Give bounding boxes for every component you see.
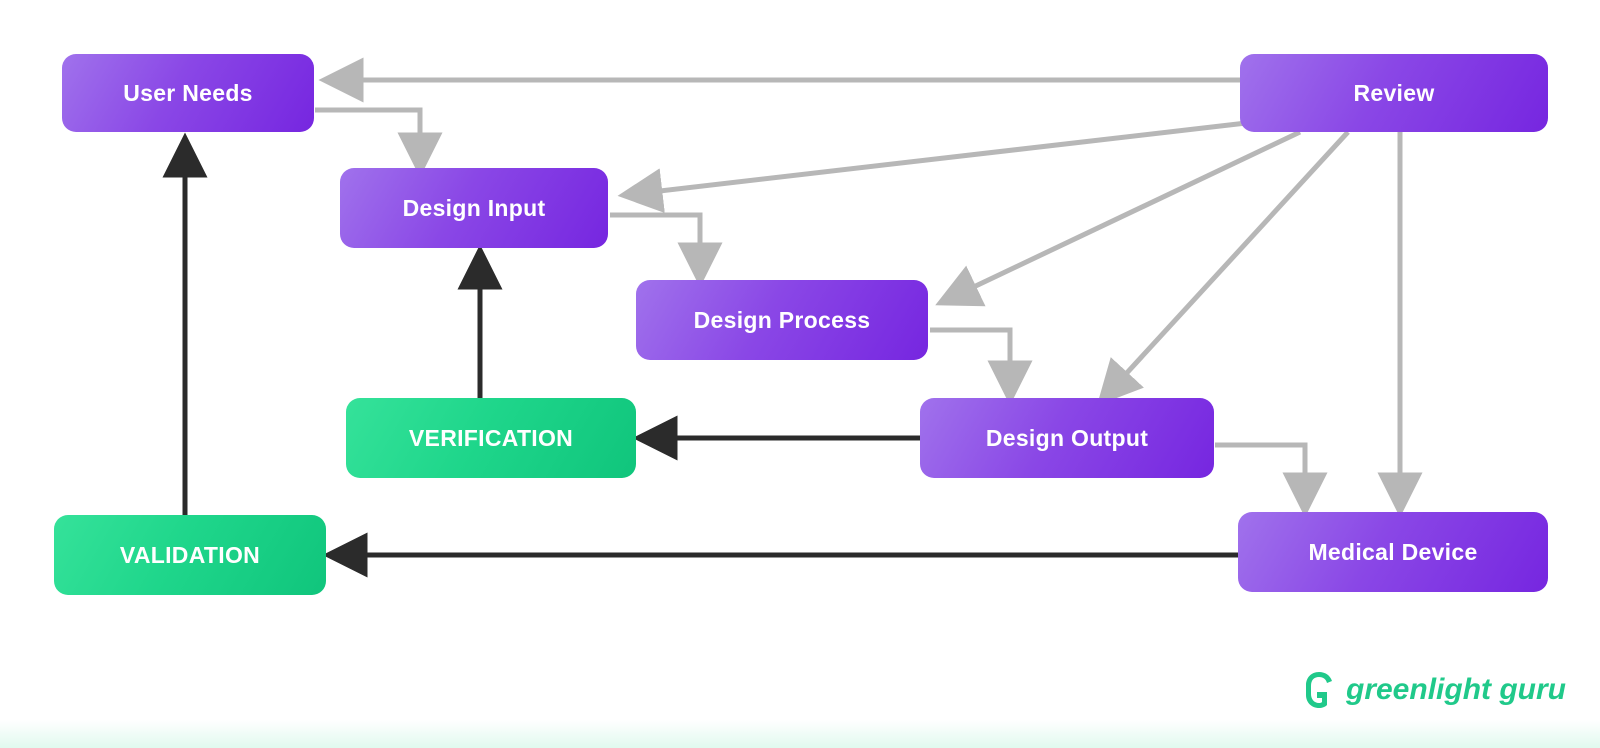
node-design-input: Design Input — [340, 168, 608, 248]
node-design-output: Design Output — [920, 398, 1214, 478]
arrow-review-to-designoutput — [1102, 132, 1348, 400]
node-review: Review — [1240, 54, 1548, 132]
diagram-canvas: User Needs Design Input Design Process D… — [0, 0, 1600, 748]
brand-logo-icon — [1302, 670, 1336, 710]
node-validation: VALIDATION — [54, 515, 326, 595]
node-user-needs: User Needs — [62, 54, 314, 132]
arrow-designoutput-to-medicaldevice — [1215, 445, 1305, 510]
bottom-fade — [0, 720, 1600, 748]
arrow-review-to-designinput — [625, 122, 1255, 195]
node-design-process: Design Process — [636, 280, 928, 360]
brand-logo-text: greenlight guru — [1346, 673, 1566, 707]
node-medical-device: Medical Device — [1238, 512, 1548, 592]
brand-logo: greenlight guru — [1302, 670, 1566, 710]
arrow-userneeds-to-designinput — [315, 110, 420, 170]
arrow-review-to-designprocess — [942, 132, 1300, 302]
arrow-designinput-to-designprocess — [610, 215, 700, 280]
arrow-designprocess-to-designoutput — [930, 330, 1010, 398]
node-verification: VERIFICATION — [346, 398, 636, 478]
